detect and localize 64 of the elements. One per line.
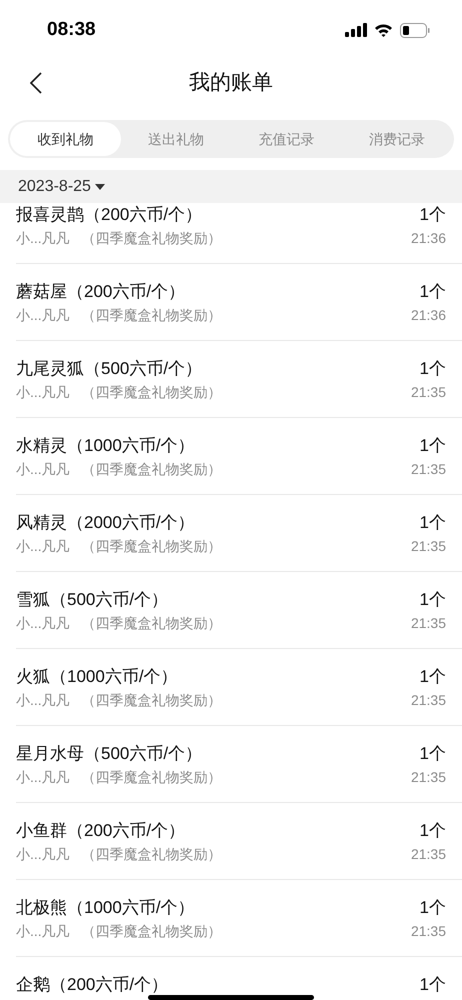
gift-count: 1个 [420,898,446,918]
sender-name: 小...凡凡 [16,536,70,556]
sender-name: 小...凡凡 [16,614,70,632]
gift-source: （四季魔盒礼物奖励） [82,844,222,864]
gift-source: （四季魔盒礼物奖励） [82,228,222,248]
tab[interactable]: 收到礼物 [10,122,120,156]
gift-count: 1个 [420,513,446,533]
gift-title: 企鹅（200六币/个） [16,975,168,995]
record-time: 21:35 [410,382,446,402]
gift-source: （四季魔盒礼物奖励） [82,306,222,324]
gift-count: 1个 [420,667,446,687]
date-selector[interactable]: 2023-8-25 [18,174,105,198]
gift-count: 1个 [420,975,446,995]
gift-title: 九尾灵狐（500六币/个） [16,359,202,379]
gift-count: 1个 [420,436,446,456]
gift-count: 1个 [420,744,446,764]
gift-title: 北极熊（1000六币/个） [16,898,195,918]
record-time: 21:35 [410,614,446,632]
gift-title: 蘑菇屋（200六币/个） [16,282,186,302]
record-time: 21:35 [410,536,446,556]
sender-name: 小...凡凡 [16,690,70,710]
gift-source: （四季魔盒礼物奖励） [82,382,222,402]
gift-count: 1个 [420,282,446,302]
gift-title: 星月水母（500六币/个） [16,744,202,764]
gift-title: 小鱼群（200六币/个） [16,821,186,841]
tab[interactable]: 消费记录 [342,122,452,156]
caret-down-icon [94,184,105,190]
gift-count: 1个 [420,359,446,379]
sender-name: 小...凡凡 [16,922,70,940]
gift-title: 风精灵（2000六币/个） [16,513,195,533]
gift-count: 1个 [420,821,446,841]
sender-name: 小...凡凡 [16,460,70,478]
gift-source: （四季魔盒礼物奖励） [82,690,222,710]
gift-source: （四季魔盒礼物奖励） [82,768,222,786]
gift-title: 雪狐（500六币/个） [16,590,168,610]
sender-name: 小...凡凡 [16,844,70,864]
record-time: 21:36 [410,228,446,248]
gift-title: 火狐（1000六币/个） [16,667,178,687]
wifi-icon [374,23,393,37]
gift-count: 1个 [420,590,446,610]
sender-name: 小...凡凡 [16,382,70,402]
record-time: 21:35 [410,690,446,710]
gift-title: 水精灵（1000六币/个） [16,436,195,456]
back-icon [30,72,42,94]
tab[interactable]: 充值记录 [231,122,342,156]
tab[interactable]: 送出礼物 [120,122,231,156]
record-time: 21:36 [410,306,446,324]
gift-source: （四季魔盒礼物奖励） [82,614,222,632]
signal-icon [345,23,367,37]
sender-name: 小...凡凡 [16,768,70,786]
sender-name: 小...凡凡 [16,228,70,248]
record-time: 21:35 [410,922,446,940]
gift-source: （四季魔盒礼物奖励） [82,460,222,478]
gift-title: 报喜灵鹊（200六币/个） [16,205,202,225]
record-time: 21:35 [410,460,446,478]
page-title: 我的账单 [189,70,273,96]
gift-source: （四季魔盒礼物奖励） [82,536,222,556]
gift-source: （四季魔盒礼物奖励） [82,922,222,940]
gift-count: 1个 [420,205,446,225]
record-time: 21:35 [410,844,446,864]
battery-icon [400,22,430,38]
sender-name: 小...凡凡 [16,306,70,324]
status-time: 08:38 [47,18,96,42]
record-time: 21:35 [410,768,446,786]
